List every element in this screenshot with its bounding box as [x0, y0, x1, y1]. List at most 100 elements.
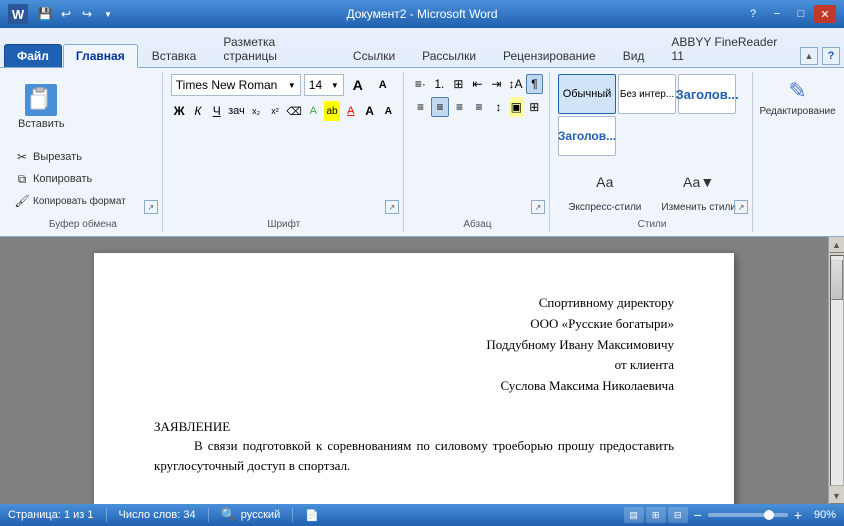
qa-dropdown-btn[interactable]: ▼: [99, 5, 117, 23]
shading-btn[interactable]: ▣: [509, 97, 523, 117]
scroll-track[interactable]: [830, 255, 844, 486]
language-text: русский: [241, 509, 280, 521]
save-qa-btn[interactable]: 💾: [36, 5, 54, 23]
strikethrough-btn[interactable]: зач: [227, 101, 246, 121]
tab-mailings[interactable]: Рассылки: [409, 44, 489, 67]
web-view-btn[interactable]: ⊟: [668, 507, 688, 523]
editing-btn[interactable]: ✎ Редактирование: [751, 74, 843, 121]
multilevel-list-btn[interactable]: ⊞: [450, 74, 467, 94]
tab-review[interactable]: Рецензирование: [490, 44, 609, 67]
print-layout-btn[interactable]: ▤: [624, 507, 644, 523]
page-count-status[interactable]: Страница: 1 из 1: [8, 509, 94, 521]
paragraph-expand-btn[interactable]: ↗: [531, 200, 545, 214]
borders-btn[interactable]: ⊞: [526, 97, 543, 117]
tab-layout[interactable]: Разметка страницы: [210, 30, 339, 67]
minimize-btn[interactable]: −: [766, 5, 788, 23]
close-btn[interactable]: ✕: [814, 5, 836, 23]
font-size-select[interactable]: 14 ▼: [304, 74, 344, 96]
paste-button[interactable]: Вставить: [10, 74, 73, 140]
font-size-down-btn[interactable]: A: [380, 101, 397, 121]
decrease-indent-btn[interactable]: ⇤: [469, 74, 486, 94]
numbering-btn[interactable]: 1.: [431, 74, 448, 94]
editing-icon: ✎: [788, 78, 806, 104]
scroll-down-btn[interactable]: ▼: [829, 488, 844, 504]
document-area[interactable]: Спортивному директору ООО «Русские богат…: [0, 237, 828, 504]
show-marks-btn[interactable]: ¶: [526, 74, 543, 94]
font-format-row: Ж К Ч зач x₂ x² ⌫ A ab A A A: [171, 101, 397, 121]
title-bar-left: W 💾 ↩ ↪ ▼: [8, 4, 117, 24]
align-left-btn[interactable]: ≡: [412, 97, 429, 117]
tab-file[interactable]: Файл: [4, 44, 62, 67]
clipboard-expand-btn[interactable]: ↗: [144, 200, 158, 214]
grow-font-btn[interactable]: A: [347, 75, 369, 95]
bullets-btn[interactable]: ≡·: [412, 74, 429, 94]
style-no-spacing[interactable]: Без интер...: [618, 74, 676, 114]
scroll-up-btn[interactable]: ▲: [829, 237, 844, 253]
style-heading2[interactable]: Заголов...: [558, 116, 616, 156]
font-name-select[interactable]: Times New Roman ▼: [171, 74, 301, 96]
title-bar: W 💾 ↩ ↪ ▼ Документ2 - Microsoft Word ? −…: [0, 0, 844, 28]
style-gallery: Обычный Без интер... Заголов... Заголов.…: [558, 74, 746, 156]
style-normal[interactable]: Обычный: [558, 74, 616, 114]
maximize-btn[interactable]: □: [790, 5, 812, 23]
font-expand-btn[interactable]: ↗: [385, 200, 399, 214]
zoom-level[interactable]: 90%: [808, 509, 836, 521]
sort-btn[interactable]: ↕A: [507, 74, 524, 94]
address-line-4: от клиента: [154, 355, 674, 376]
justify-btn[interactable]: ≡: [470, 97, 487, 117]
app-window: W 💾 ↩ ↪ ▼ Документ2 - Microsoft Word ? −…: [0, 0, 844, 526]
italic-btn[interactable]: К: [190, 101, 207, 121]
clear-format-btn[interactable]: ⌫: [285, 101, 303, 121]
zoom-slider[interactable]: [708, 513, 788, 517]
scroll-thumb[interactable]: [831, 260, 843, 300]
underline-btn[interactable]: Ч: [208, 101, 225, 121]
format-painter-button[interactable]: 🖌 Копировать формат: [10, 191, 130, 211]
zoom-out-btn[interactable]: −: [694, 507, 702, 523]
clipboard-label: Буфер обмена: [49, 217, 117, 230]
font-name-dropdown-icon: ▼: [288, 81, 296, 90]
document-page[interactable]: Спортивному директору ООО «Русские богат…: [94, 253, 734, 504]
text-effects-btn[interactable]: A: [305, 101, 322, 121]
help-ribbon-btn[interactable]: ?: [822, 47, 840, 65]
word-count-status[interactable]: Число слов: 34: [119, 509, 196, 521]
scissors-icon: ✂: [14, 149, 30, 165]
subscript-btn[interactable]: x₂: [248, 101, 265, 121]
line-spacing-btn[interactable]: ↕: [490, 97, 507, 117]
highlight-btn[interactable]: ab: [324, 101, 341, 121]
tab-abbyy[interactable]: ABBYY FineReader 11: [658, 30, 799, 67]
clipboard-small-buttons: ✂ Вырезать ⧉ Копировать 🖌 Копировать фор…: [10, 142, 130, 218]
editing-group: ✎ Редактирование: [755, 72, 840, 232]
redo-qa-btn[interactable]: ↪: [78, 5, 96, 23]
copy-button[interactable]: ⧉ Копировать: [10, 169, 130, 189]
align-center-btn[interactable]: ≡: [431, 97, 448, 117]
full-screen-btn[interactable]: ⊞: [646, 507, 666, 523]
document-body: В связи подготовкой к соревнованиям по с…: [154, 436, 674, 475]
change-styles-btn[interactable]: Аа▼ Изменить стили: [653, 160, 743, 217]
font-size-up-btn[interactable]: A: [361, 101, 378, 121]
spell-check-status[interactable]: 🔍 русский: [221, 507, 281, 523]
style-heading1[interactable]: Заголов...: [678, 74, 736, 114]
align-right-btn[interactable]: ≡: [451, 97, 468, 117]
zoom-thumb[interactable]: [764, 510, 774, 520]
tab-view[interactable]: Вид: [610, 44, 658, 67]
word-icon[interactable]: W: [8, 4, 28, 24]
change-styles-icon: Аа▼: [681, 164, 717, 200]
help-btn[interactable]: ?: [742, 5, 764, 23]
font-name-row: Times New Roman ▼ 14 ▼ A A: [171, 74, 397, 96]
font-color-btn[interactable]: A: [342, 101, 359, 121]
bold-btn[interactable]: Ж: [171, 101, 188, 121]
increase-indent-btn[interactable]: ⇥: [488, 74, 505, 94]
vertical-scrollbar: ▲ ▼: [828, 237, 844, 504]
address-line-5: Суслова Максима Николаевича: [154, 376, 674, 397]
express-styles-btn[interactable]: Аа Экспресс-стили: [560, 160, 649, 217]
zoom-in-btn[interactable]: +: [794, 507, 802, 523]
tab-home[interactable]: Главная: [63, 44, 138, 68]
undo-qa-btn[interactable]: ↩: [57, 5, 75, 23]
ribbon-collapse-btn[interactable]: ▲: [800, 47, 818, 65]
superscript-btn[interactable]: x²: [267, 101, 284, 121]
tab-insert[interactable]: Вставка: [139, 44, 210, 67]
styles-expand-btn[interactable]: ↗: [734, 200, 748, 214]
tab-references[interactable]: Ссылки: [340, 44, 408, 67]
shrink-font-btn[interactable]: A: [372, 75, 394, 95]
cut-button[interactable]: ✂ Вырезать: [10, 147, 130, 167]
